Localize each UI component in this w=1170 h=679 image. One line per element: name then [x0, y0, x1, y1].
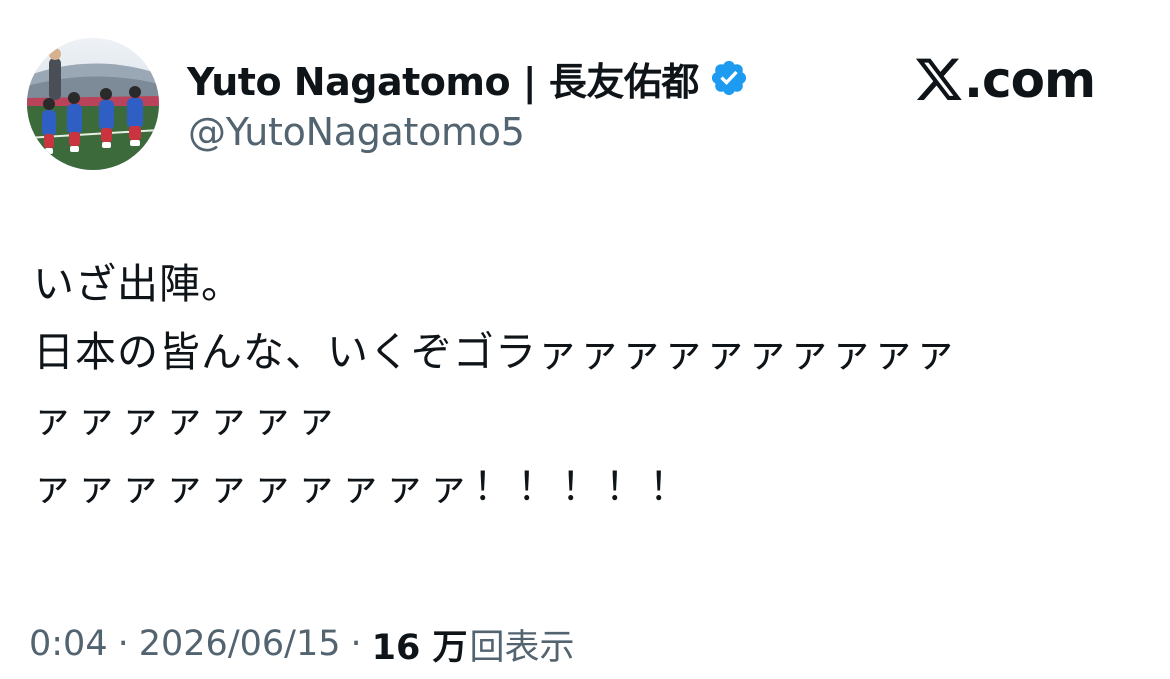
tweet-text-line: ァァァァァァァ: [33, 397, 342, 442]
brand-logo: .com: [914, 51, 1096, 109]
tweet-card: Yuto Nagatomo | 長友佑都 @YutoNagatomo5 .com…: [0, 0, 1170, 679]
avatar-photo-icon: [27, 38, 159, 170]
tweet-time[interactable]: 0:04: [29, 624, 108, 664]
meta-separator: ·: [350, 624, 362, 664]
tweet-text-line: 日本の皆んな、いくぞゴラァァァァァァァァァァ: [33, 328, 957, 376]
tweet-meta: 0:04 · 2026/06/15 · 16 万 回表示: [29, 616, 575, 672]
author-display-name[interactable]: Yuto Nagatomo | 長友佑都: [187, 51, 699, 106]
views-count[interactable]: 16 万: [372, 619, 468, 670]
meta-separator: ·: [117, 624, 129, 664]
views-label[interactable]: 回表示: [470, 619, 575, 670]
tweet-text-line: いざ出陣。: [33, 260, 243, 308]
verified-badge-icon: [709, 58, 749, 98]
tweet-date[interactable]: 2026/06/15: [139, 624, 341, 664]
brand-domain-text: .com: [964, 51, 1096, 109]
author-name-row[interactable]: Yuto Nagatomo | 長友佑都: [187, 50, 749, 106]
x-logo-icon: [914, 56, 964, 104]
avatar[interactable]: [27, 38, 159, 170]
tweet-text-line: ァァァァァァァァァァ！！！！！: [33, 465, 694, 510]
tweet-text: いざ出陣。 日本の皆んな、いくぞゴラァァァァァァァァァァ ァァァァァァァ ァァァ…: [33, 250, 1133, 522]
author-handle[interactable]: @YutoNagatomo5: [188, 110, 525, 154]
